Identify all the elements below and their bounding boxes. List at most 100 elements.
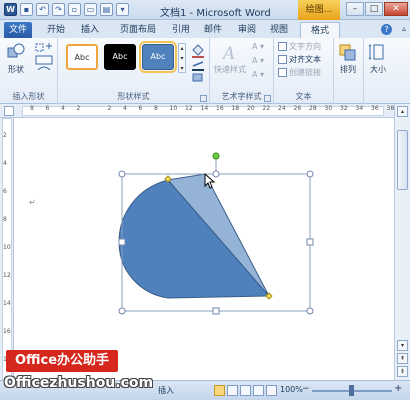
shapes-icon [7,43,25,58]
maximize-button[interactable]: □ [365,2,383,16]
scroll-thumb[interactable] [397,130,408,190]
group-insert-shape: 形状 插入形状 [0,38,58,104]
next-page-icon[interactable]: ⇟ [397,366,408,377]
context-tab-title: 绘图... [298,0,340,20]
tab-mailings[interactable]: 邮件 [198,22,228,38]
draft-view-icon[interactable] [266,385,277,396]
help-icon[interactable]: ? [381,24,392,35]
minimize-ribbon-icon[interactable]: ▵ [402,24,406,33]
new-doc-icon[interactable]: ▫ [68,3,81,16]
zoom-slider-knob[interactable] [349,385,354,396]
web-layout-view-icon[interactable] [240,385,251,396]
selected-shape[interactable] [15,118,393,380]
scroll-up-arrow-icon[interactable]: ▴ [397,106,408,117]
rotate-handle [212,152,220,160]
minimize-button[interactable]: – [346,2,364,16]
group-label-insert-shape: 插入形状 [12,92,45,101]
scroll-down-arrow-icon[interactable]: ▾ [397,340,408,351]
quick-styles-button[interactable]: A 快速样式 [214,42,246,75]
style-gallery-scroll[interactable]: ▴ ▾ ▾ [178,43,186,73]
undo-icon[interactable]: ↶ [36,3,49,16]
shape-fill-outline-effects-icons[interactable] [190,42,208,84]
zoom-level[interactable]: 100% [280,385,303,394]
ruler-tick: 10 [169,105,178,112]
ruler-tick: 20 [247,105,255,112]
ruler-tick: 16 [216,105,224,112]
insert-mode-indicator[interactable]: 插入 [158,385,174,396]
create-link-button[interactable]: 创建链接 [278,67,321,78]
align-text-icon [278,55,287,64]
group-label-text: 文本 [295,92,312,101]
tab-file[interactable]: 文件 [4,22,32,38]
ruler-tick: 12 [185,105,193,112]
tab-format[interactable]: 格式 [300,22,340,38]
ruler-tick: 32 [340,105,348,112]
tab-view[interactable]: 视图 [264,22,294,38]
group-shape-styles: Abc Abc Abc ▴ ▾ ▾ 形状样式 [58,38,210,104]
ruler-tick: 26 [293,105,302,112]
print-layout-view-icon[interactable] [214,385,225,396]
ruler-tick: 4 [61,105,65,112]
ruler-tick: 24 [278,105,286,112]
ribbon: 形状 插入形状 Abc Abc Abc ▴ ▾ ▾ 形状样式 A 快速样式 A … [0,38,410,104]
vertical-ruler-tick: 14 [3,300,11,307]
print-icon[interactable]: ▤ [100,3,113,16]
brand-watermark: Office办公助手 [6,350,118,372]
text-direction-button[interactable]: 文字方向 [278,41,321,52]
group-arrange: 排列 [334,38,364,104]
text-effects-icon[interactable]: A ▾ [252,70,264,79]
svg-text:A: A [221,44,235,62]
edit-shape-tools-icon[interactable] [34,42,56,82]
vertical-scrollbar[interactable]: ▴ ▾ ⇞ ⇟ [394,104,410,380]
close-button[interactable]: ✕ [384,2,408,16]
outline-view-icon[interactable] [253,385,264,396]
size-button[interactable]: 大小 [368,42,388,75]
create-link-icon [278,68,287,77]
redo-icon[interactable]: ↷ [52,3,65,16]
ruler-tick: 38 [386,105,395,112]
arrange-icon [339,44,356,61]
wordart-launcher-icon[interactable] [264,95,271,102]
ribbon-tabs: 文件 开始 插入 页面布局 引用 邮件 审阅 视图 格式 ▵ ? [0,20,410,38]
ruler-tick: 18 [231,105,240,112]
document-canvas[interactable]: ↵ [15,118,393,380]
ruler-tick: 6 [138,105,143,112]
shape-style-outline[interactable]: Abc [66,44,98,70]
open-icon[interactable]: ▭ [84,3,97,16]
word-app-icon[interactable]: W [4,3,17,16]
zoom-out-icon[interactable]: − [302,384,310,394]
ruler-tick: 22 [262,105,271,112]
tab-page-layout[interactable]: 页面布局 [112,22,164,38]
tab-selector-icon[interactable] [4,106,14,116]
horizontal-ruler[interactable]: 8 6 4 2 2 4 6 8 10 12 14 16 18 20 22 24 26 28 30 32 34 36 38 [0,104,410,118]
ruler-tick: 30 [324,105,333,112]
save-icon[interactable]: ▪ [20,3,33,16]
tab-home[interactable]: 开始 [40,22,72,38]
shapes-button[interactable]: 形状 [6,42,26,75]
full-screen-view-icon[interactable] [227,385,238,396]
vertical-ruler-tick: 8 [3,216,7,223]
tab-references[interactable]: 引用 [166,22,196,38]
tab-review[interactable]: 审阅 [232,22,262,38]
quick-access-toolbar: W ▪ ↶ ↷ ▫ ▭ ▤ ▾ [4,3,129,16]
ruler-tick: 8 [154,105,158,112]
shape-styles-launcher-icon[interactable] [200,95,207,102]
prev-page-icon[interactable]: ⇞ [397,353,408,364]
tab-insert[interactable]: 插入 [74,22,106,38]
ruler-tick: 8 [30,105,34,112]
shape-style-blue[interactable]: Abc [139,41,177,73]
zoom-in-icon[interactable]: + [394,383,402,394]
vertical-ruler-tick: 6 [3,188,7,195]
vertical-ruler-tick: 2 [3,132,7,139]
vertical-ruler[interactable]: 24681012141618 [0,118,14,380]
vertical-ruler-tick: 16 [3,328,11,335]
ruler-tick: 34 [355,105,364,112]
arrange-button[interactable]: 排列 [338,42,358,75]
text-fill-icon[interactable]: A ▾ [252,42,264,51]
shape-style-black[interactable]: Abc [104,44,136,70]
vertical-ruler-tick: 10 [3,244,11,251]
text-outline-icon[interactable]: A ▾ [252,56,264,65]
customize-qat-icon[interactable]: ▾ [116,3,129,16]
ruler-tick: 6 [45,105,50,112]
align-text-button[interactable]: 对齐文本 [278,54,321,65]
